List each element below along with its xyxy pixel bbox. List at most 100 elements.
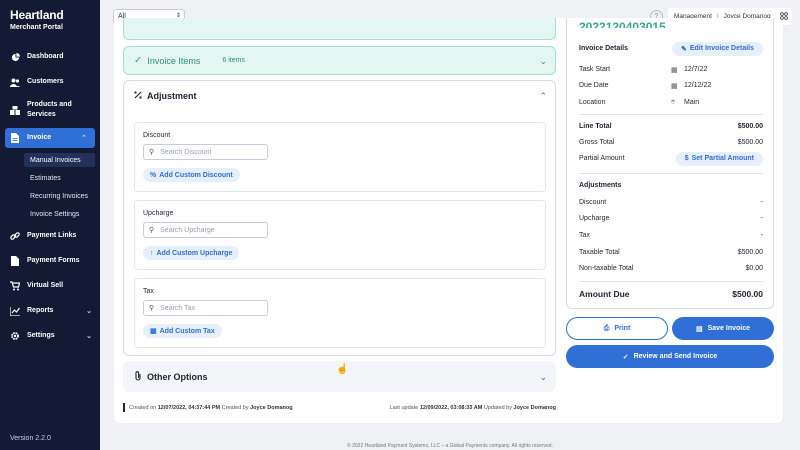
set-partial-amount-button[interactable]: $ Set Partial Amount [675,151,763,166]
review-and-send-button[interactable]: ✓ Review and Send Invoice [566,345,774,368]
updated-prefix: Last update [389,405,419,411]
brand-title: Heartland [10,8,64,22]
print-button[interactable]: ⎙ Print [566,317,668,340]
task-start-value-wrap: ▦ 12/7/22 [671,66,707,74]
add-custom-upcharge-button[interactable]: ↑ Add Custom Upcharge [143,246,240,260]
sidebar-item-products[interactable]: Products and Services [0,97,100,123]
other-options-title: Other Options [147,371,208,382]
sidebar-item-label: Customers [27,78,64,85]
add-custom-tax-button[interactable]: ▦ Add Custom Tax [143,324,222,338]
updated-by: Joyce Domanog [513,405,556,411]
line-total-value: $500.00 [737,123,763,130]
divider [579,173,763,174]
upcharge-search-placeholder: Search Upcharge [160,226,215,234]
form-icon [10,256,20,266]
dashboard-icon [10,52,20,62]
invoice-editor-card: ✓ Invoice Items 6 items ⌄ Adjustment ⌃ D… [114,18,783,423]
summary-upcharge-row: Upcharge - [579,215,763,222]
gear-icon [10,331,20,341]
tax-panel: Tax ⚲ Search Tax ▦ Add Custom Tax [134,278,546,348]
sidebar-subitem-invoice-settings[interactable]: Invoice Settings [24,207,95,221]
summary-discount-row: Discount - [579,199,763,206]
percent-icon: % [150,171,157,179]
save-invoice-label: Save Invoice [707,325,751,332]
sidebar-item-customers[interactable]: Customers [0,72,100,92]
calculator-icon: ▦ [150,328,157,335]
location-value-wrap: ⌾ Main [671,99,699,107]
chevron-down-icon[interactable]: ⌄ [539,372,547,383]
sidebar-subitem-manual-invoices[interactable]: Manual Invoices [24,153,95,167]
created-by: Joyce Domanog [250,405,293,411]
created-info: Created on 12/07/2022, 04:37:44 PM Creat… [129,405,293,411]
sidebar-item-virtual-sell[interactable]: Virtual Sell [0,276,100,296]
sidebar-subitem-recurring-invoices[interactable]: Recurring Invoices [24,189,95,203]
sidebar-item-label: Dashboard [27,53,64,60]
calendar-icon: ▦ [671,66,678,74]
amount-due-row: Amount Due $500.00 [579,289,763,299]
tax-label: Tax [143,288,154,295]
sidebar-item-reports[interactable]: Reports ⌄ [0,301,100,321]
divider [579,281,763,282]
add-custom-discount-button[interactable]: % Add Custom Discount [143,168,240,182]
version-label: Version 2.2.0 [10,435,51,442]
created-prefix: Created on [129,405,157,411]
task-start-row: Task Start ▦ 12/7/22 [579,66,763,74]
search-icon: ⚲ [149,149,155,156]
audit-bar [123,403,125,412]
chevron-up-icon[interactable]: ⌃ [539,91,547,102]
summary-tax-value: - [760,232,763,239]
upcharge-search-input[interactable]: ⚲ Search Upcharge [143,222,268,238]
sidebar-item-payment-forms[interactable]: Payment Forms [0,251,100,271]
search-icon: ⚲ [149,227,155,234]
link-icon [10,231,20,241]
invoice-items-section[interactable]: ✓ Invoice Items 6 items ⌄ [123,46,556,75]
boxes-icon [10,105,20,115]
sidebar-item-label: Settings [27,332,55,339]
amount-due-label: Amount Due [579,289,630,299]
due-date-value-wrap: ▦ 12/12/22 [671,82,711,90]
document-icon: ▤ [695,325,703,333]
taxable-total-row: Taxable Total $500.00 [579,249,763,256]
review-and-send-label: Review and Send Invoice [633,353,718,360]
nontaxable-total-label: Non-taxable Total [579,265,634,272]
sidebar-item-settings[interactable]: Settings ⌄ [0,326,100,346]
dollar-icon: $ [684,155,689,162]
adjustment-header[interactable]: Adjustment ⌃ [124,81,555,111]
chevron-down-icon[interactable]: ⌄ [539,56,547,67]
cart-icon [10,281,20,291]
add-custom-tax-label: Add Custom Tax [159,327,215,335]
tax-search-input[interactable]: ⚲ Search Tax [143,300,268,316]
brand: Heartland Merchant Portal [0,0,100,31]
invoice-summary: 2022120403015 Invoice Details ✎ Edit Inv… [566,18,774,309]
adjustments-header-row: Adjustments [579,182,763,189]
search-icon: ⚲ [149,305,155,312]
discount-panel: Discount ⚲ Search Discount % Add Custom … [134,122,546,192]
sidebar-item-label: Products and Services [27,101,72,118]
gross-total-row: Gross Total $500.00 [579,139,763,146]
summary-discount-value: - [760,199,763,206]
sidebar-item-invoice[interactable]: Invoice ⌃ [5,128,95,148]
edit-invoice-details-label: Edit Invoice Details [689,45,754,52]
save-invoice-button[interactable]: ▤ Save Invoice [672,317,774,340]
sidebar-item-dashboard[interactable]: Dashboard [0,47,100,67]
updated-by-prefix: Updated by [483,405,512,411]
copyright-text: © 2022 Heartland Payment Systems, LLC – … [347,443,553,449]
invoice-subnav: Manual Invoices Estimates Recurring Invo… [0,153,100,221]
discount-search-input[interactable]: ⚲ Search Discount [143,144,268,160]
line-total-label: Line Total [579,123,612,130]
discount-search-placeholder: Search Discount [160,148,212,156]
discount-label: Discount [143,132,171,139]
summary-upcharge-label: Upcharge [579,215,610,222]
sidebar-item-payment-links[interactable]: Payment Links [0,226,100,246]
edit-invoice-details-button[interactable]: ✎ Edit Invoice Details [671,41,763,56]
sidebar-item-label: Reports [27,307,54,314]
invoice-items-title: Invoice Items [147,55,201,66]
adjustment-section: Adjustment ⌃ Discount ⚲ Search Discount … [123,80,556,356]
summary-discount-label: Discount [579,199,607,206]
sidebar-subitem-estimates[interactable]: Estimates [24,171,95,185]
paperclip-icon [134,370,142,383]
partial-amount-row: Partial Amount $ Set Partial Amount [579,151,763,166]
percent-icon [134,91,142,101]
summary-tax-label: Tax [579,232,590,239]
chevron-down-icon: ⌄ [86,333,92,340]
